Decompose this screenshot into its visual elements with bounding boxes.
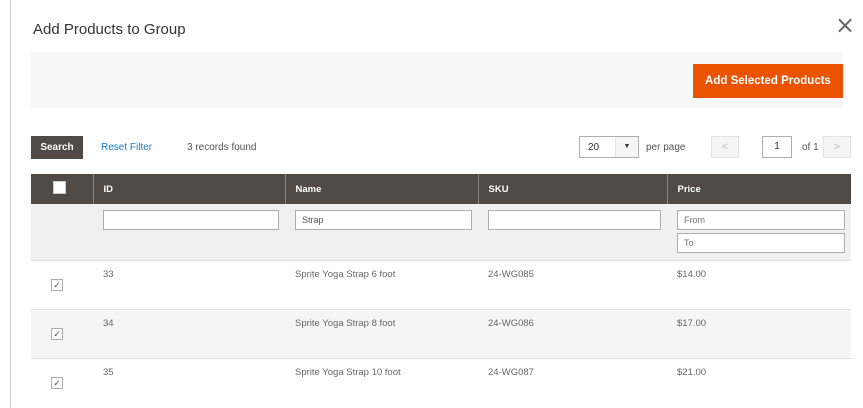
close-icon[interactable]: × xyxy=(833,13,857,38)
previous-page-button[interactable]: < xyxy=(711,136,739,158)
cell-sku: 24-WG087 xyxy=(478,357,667,407)
cell-sku: 24-WG085 xyxy=(478,259,667,309)
cell-name: Sprite Yoga Strap 8 foot xyxy=(285,308,478,358)
cell-id: 35 xyxy=(93,357,285,407)
row-checkbox[interactable]: ✓ xyxy=(51,376,63,389)
select-all-header[interactable] xyxy=(31,174,93,204)
add-selected-products-button[interactable]: Add Selected Products xyxy=(693,64,843,98)
filter-row xyxy=(31,204,851,260)
records-count: 3 records found xyxy=(187,142,257,153)
cell-price: $17.00 xyxy=(667,308,851,358)
page-number-input[interactable]: 1 xyxy=(762,136,792,158)
products-grid: ID Name SKU Price ✓ 33 Sprite Yoga Str xyxy=(31,174,851,407)
cell-name: Sprite Yoga Strap 10 foot xyxy=(285,357,478,407)
per-page-value: 20 xyxy=(588,142,600,153)
page-count: of 1 xyxy=(802,142,819,153)
table-row[interactable]: ✓ 34 Sprite Yoga Strap 8 foot 24-WG086 $… xyxy=(31,308,851,358)
table-row[interactable]: ✓ 35 Sprite Yoga Strap 10 foot 24-WG087 … xyxy=(31,357,851,407)
cell-id: 34 xyxy=(93,308,285,358)
column-header-name[interactable]: Name xyxy=(284,174,478,204)
price-from-input[interactable] xyxy=(677,210,845,230)
select-all-checkbox[interactable] xyxy=(53,181,66,194)
table-row[interactable]: ✓ 33 Sprite Yoga Strap 6 foot 24-WG085 $… xyxy=(31,259,851,309)
column-header-sku[interactable]: SKU xyxy=(477,174,667,204)
row-checkbox[interactable]: ✓ xyxy=(51,278,63,291)
sku-filter-input[interactable] xyxy=(488,210,661,230)
cell-price: $14.00 xyxy=(667,259,851,309)
grid-toolbar: Search Reset Filter 3 records found 20 ▼… xyxy=(31,136,851,160)
chevron-down-icon[interactable]: ▼ xyxy=(615,137,638,157)
cell-id: 33 xyxy=(93,259,285,309)
column-header-id[interactable]: ID xyxy=(92,174,285,204)
reset-filter-link[interactable]: Reset Filter xyxy=(101,142,152,153)
grid-header-row: ID Name SKU Price xyxy=(31,174,851,204)
price-to-input[interactable] xyxy=(677,233,845,253)
column-header-price[interactable]: Price xyxy=(666,174,851,204)
modal-title: Add Products to Group xyxy=(33,21,186,38)
row-checkbox[interactable]: ✓ xyxy=(51,327,63,340)
cell-name: Sprite Yoga Strap 6 foot xyxy=(285,259,478,309)
search-button[interactable]: Search xyxy=(31,136,83,159)
name-filter-input[interactable] xyxy=(295,210,472,230)
per-page-label: per page xyxy=(646,142,686,153)
id-filter-input[interactable] xyxy=(103,210,279,230)
add-products-modal: Add Products to Group × Add Selected Pro… xyxy=(10,0,863,408)
cell-sku: 24-WG086 xyxy=(478,308,667,358)
cell-price: $21.00 xyxy=(667,357,851,407)
per-page-select[interactable]: 20 ▼ xyxy=(579,136,639,158)
next-page-button[interactable]: > xyxy=(823,136,851,158)
